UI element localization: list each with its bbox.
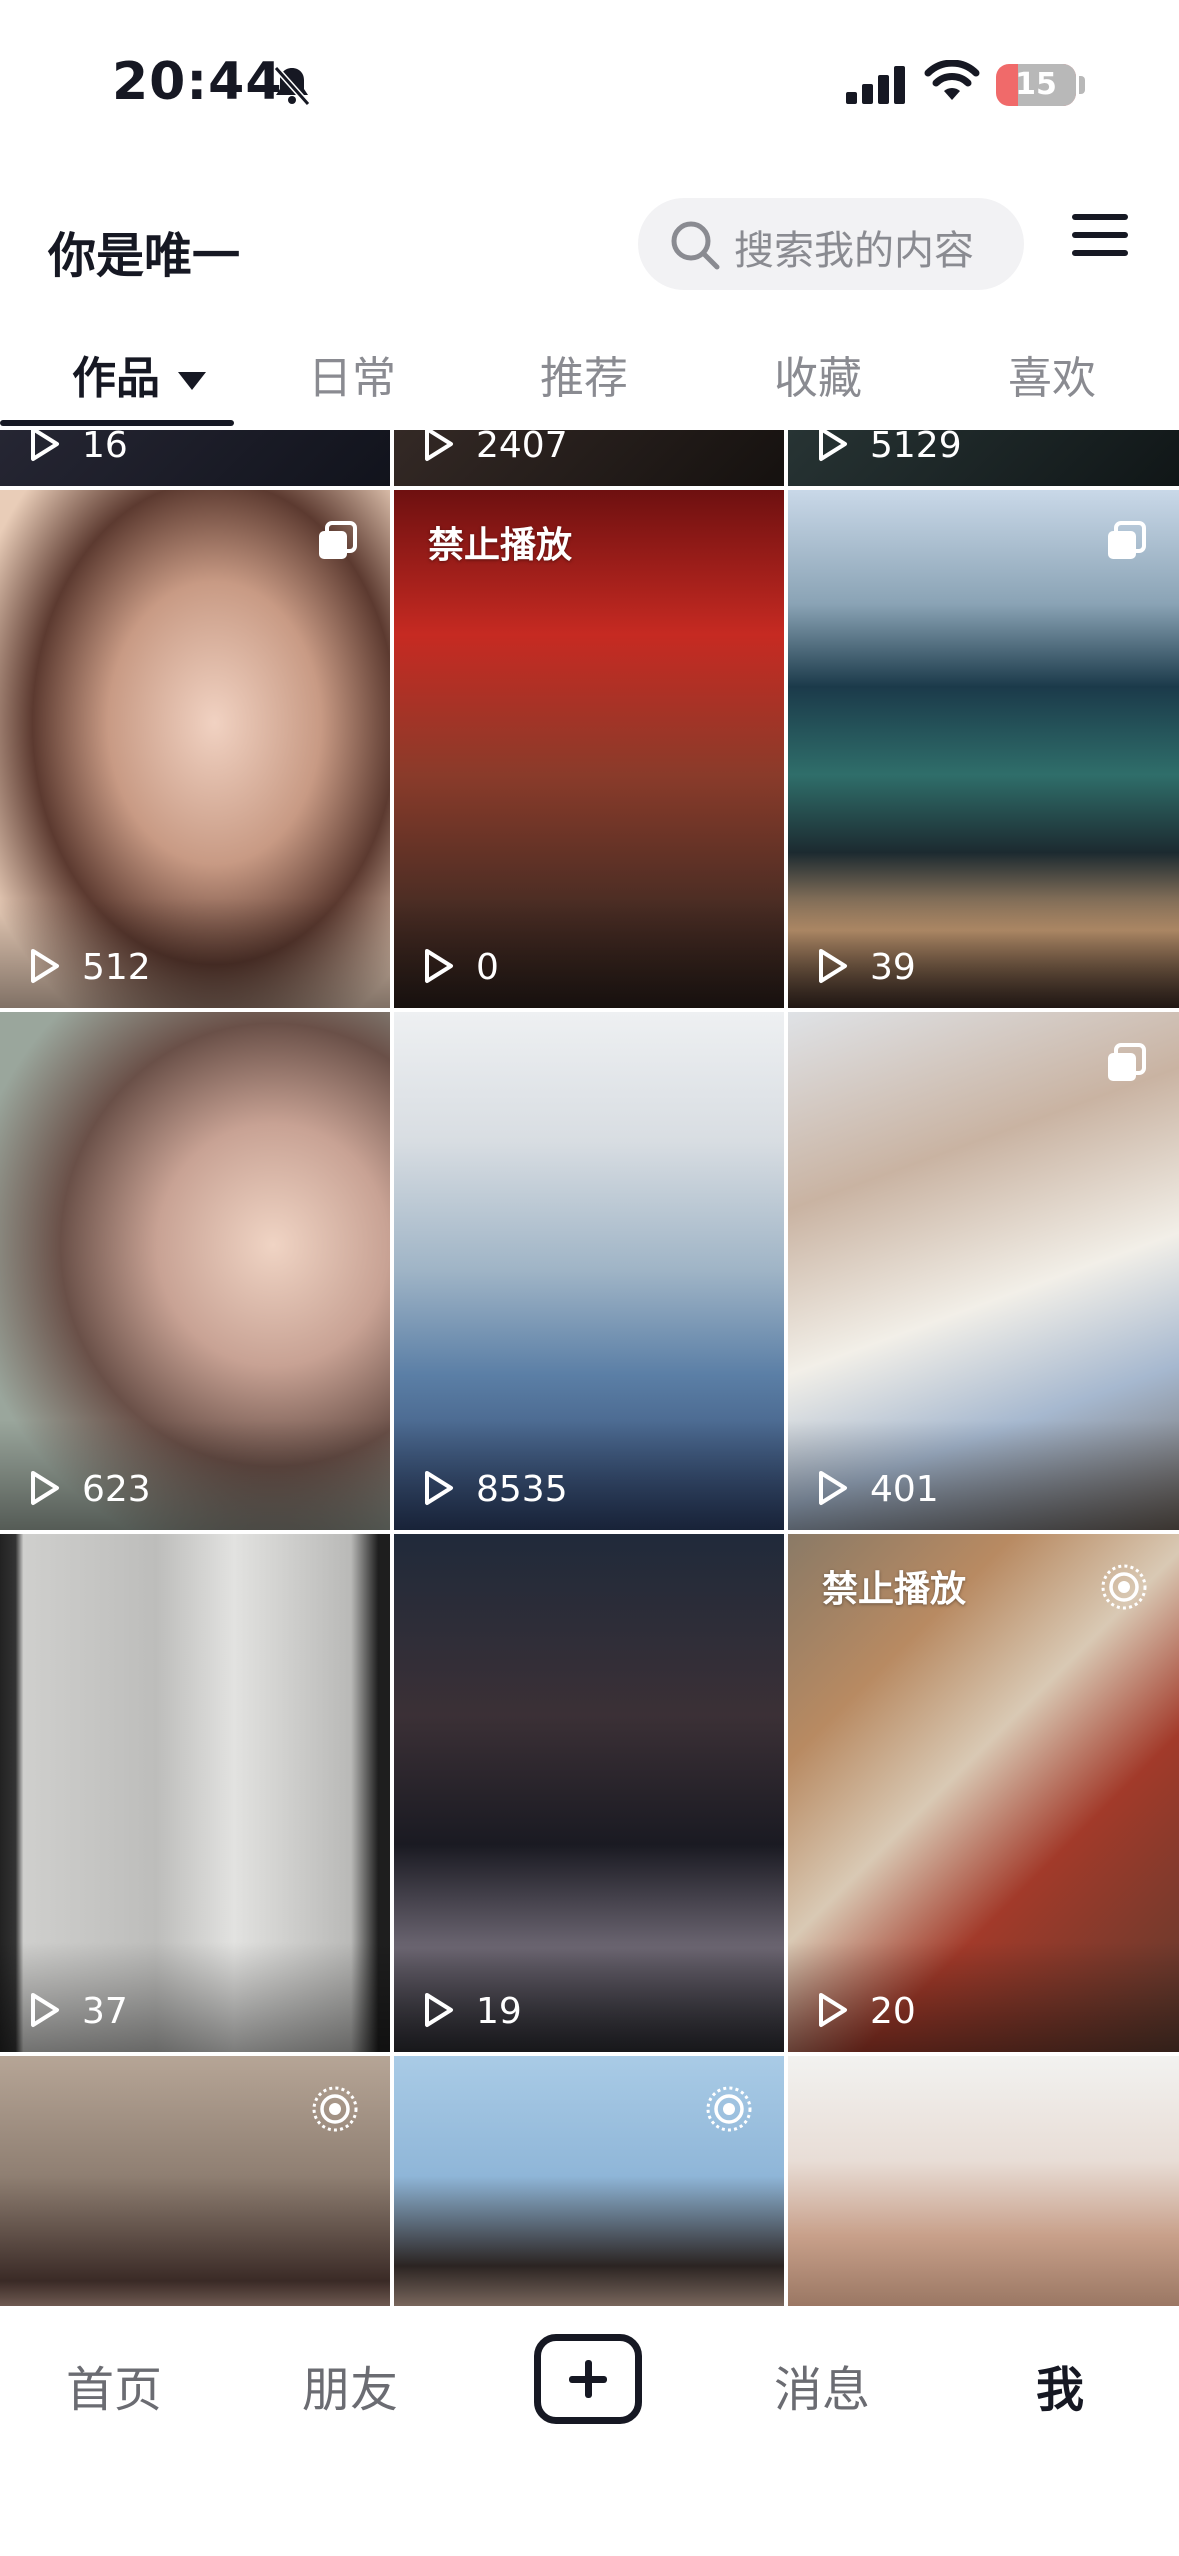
play-icon [425, 1993, 453, 2027]
tab-works-label: 作品 [72, 353, 160, 404]
view-count: 5129 [870, 430, 962, 466]
tab-works[interactable]: 作品 [72, 342, 206, 406]
multi-image-icon [1108, 521, 1146, 559]
active-tab-indicator [0, 420, 234, 426]
live-photo-icon [706, 2086, 752, 2132]
battery-indicator: 15 [996, 64, 1076, 106]
clock: 20:44 [112, 52, 283, 112]
banned-label: 禁止播放 [428, 525, 573, 566]
video-tile[interactable] [788, 2056, 1179, 2306]
view-count: 2407 [476, 430, 568, 466]
play-icon [819, 949, 847, 983]
tab-favorites[interactable]: 收藏 [774, 342, 862, 406]
nav-friends[interactable]: 朋友 [302, 2350, 398, 2420]
live-photo-icon [312, 2086, 358, 2132]
live-photo-icon [1101, 1564, 1147, 1610]
search-icon [671, 221, 720, 270]
video-tile[interactable]: 2407 [394, 430, 784, 486]
view-count: 8535 [476, 1469, 568, 1510]
caret-down-icon [178, 372, 206, 390]
tab-recommended[interactable]: 推荐 [540, 342, 628, 406]
tab-daily[interactable]: 日常 [308, 342, 396, 406]
view-count: 39 [870, 947, 916, 988]
video-tile[interactable]: 39 [788, 490, 1179, 1008]
play-icon [425, 949, 453, 983]
banned-label: 禁止播放 [822, 1569, 967, 1610]
profile-header: 你是唯一 搜索我的内容 [0, 180, 1179, 310]
video-tile[interactable] [0, 2056, 390, 2306]
view-count: 0 [476, 947, 499, 988]
play-icon [819, 1471, 847, 1505]
wifi-icon [924, 60, 980, 100]
bottom-navigation: 首页 朋友 消息 我 [0, 2306, 1179, 2556]
muted-bell-icon [273, 66, 311, 106]
video-grid: 16 2407 5129 512 禁止播放 0 39 623 8535 401 … [0, 430, 1179, 2306]
view-count: 512 [82, 947, 151, 988]
create-button[interactable] [534, 2334, 642, 2424]
nav-home[interactable]: 首页 [66, 2350, 162, 2420]
play-icon [425, 1471, 453, 1505]
play-icon [31, 949, 59, 983]
video-tile[interactable]: 623 [0, 1012, 390, 1530]
video-tile[interactable]: 5129 [788, 430, 1179, 486]
video-tile[interactable]: 19 [394, 1534, 784, 2052]
video-tile[interactable]: 8535 [394, 1012, 784, 1530]
view-count: 19 [476, 1991, 522, 2032]
battery-level: 15 [1015, 67, 1057, 102]
play-icon [819, 1993, 847, 2027]
multi-image-icon [1108, 1043, 1146, 1081]
video-tile[interactable]: 禁止播放 20 [788, 1534, 1179, 2052]
tab-likes[interactable]: 喜欢 [1008, 342, 1096, 406]
nav-messages[interactable]: 消息 [774, 2350, 870, 2420]
menu-button[interactable] [1072, 214, 1128, 274]
video-tile[interactable]: 401 [788, 1012, 1179, 1530]
nav-me[interactable]: 我 [1036, 2350, 1084, 2420]
search-placeholder: 搜索我的内容 [734, 228, 974, 274]
play-icon [31, 1993, 59, 2027]
hamburger-icon [1072, 214, 1128, 220]
profile-name: 你是唯一 [48, 228, 241, 284]
battery-tip [1079, 76, 1085, 94]
status-bar: 20:44 15 [0, 0, 1179, 170]
cellular-signal-icon [846, 66, 905, 104]
play-icon [425, 430, 453, 461]
search-input[interactable]: 搜索我的内容 [638, 198, 1024, 290]
video-tile[interactable]: 37 [0, 1534, 390, 2052]
play-icon [31, 1471, 59, 1505]
view-count: 37 [82, 1991, 128, 2032]
play-icon [31, 430, 59, 461]
video-tile[interactable]: 512 [0, 490, 390, 1008]
video-tile[interactable]: 禁止播放 0 [394, 490, 784, 1008]
content-tabs: 作品 日常 推荐 收藏 喜欢 [0, 320, 1179, 430]
play-icon [819, 430, 847, 461]
view-count: 623 [82, 1469, 151, 1510]
view-count: 16 [82, 430, 128, 466]
video-tile[interactable] [394, 2056, 784, 2306]
video-tile[interactable]: 16 [0, 430, 390, 486]
view-count: 20 [870, 1991, 916, 2032]
multi-image-icon [319, 521, 357, 559]
view-count: 401 [870, 1469, 939, 1510]
